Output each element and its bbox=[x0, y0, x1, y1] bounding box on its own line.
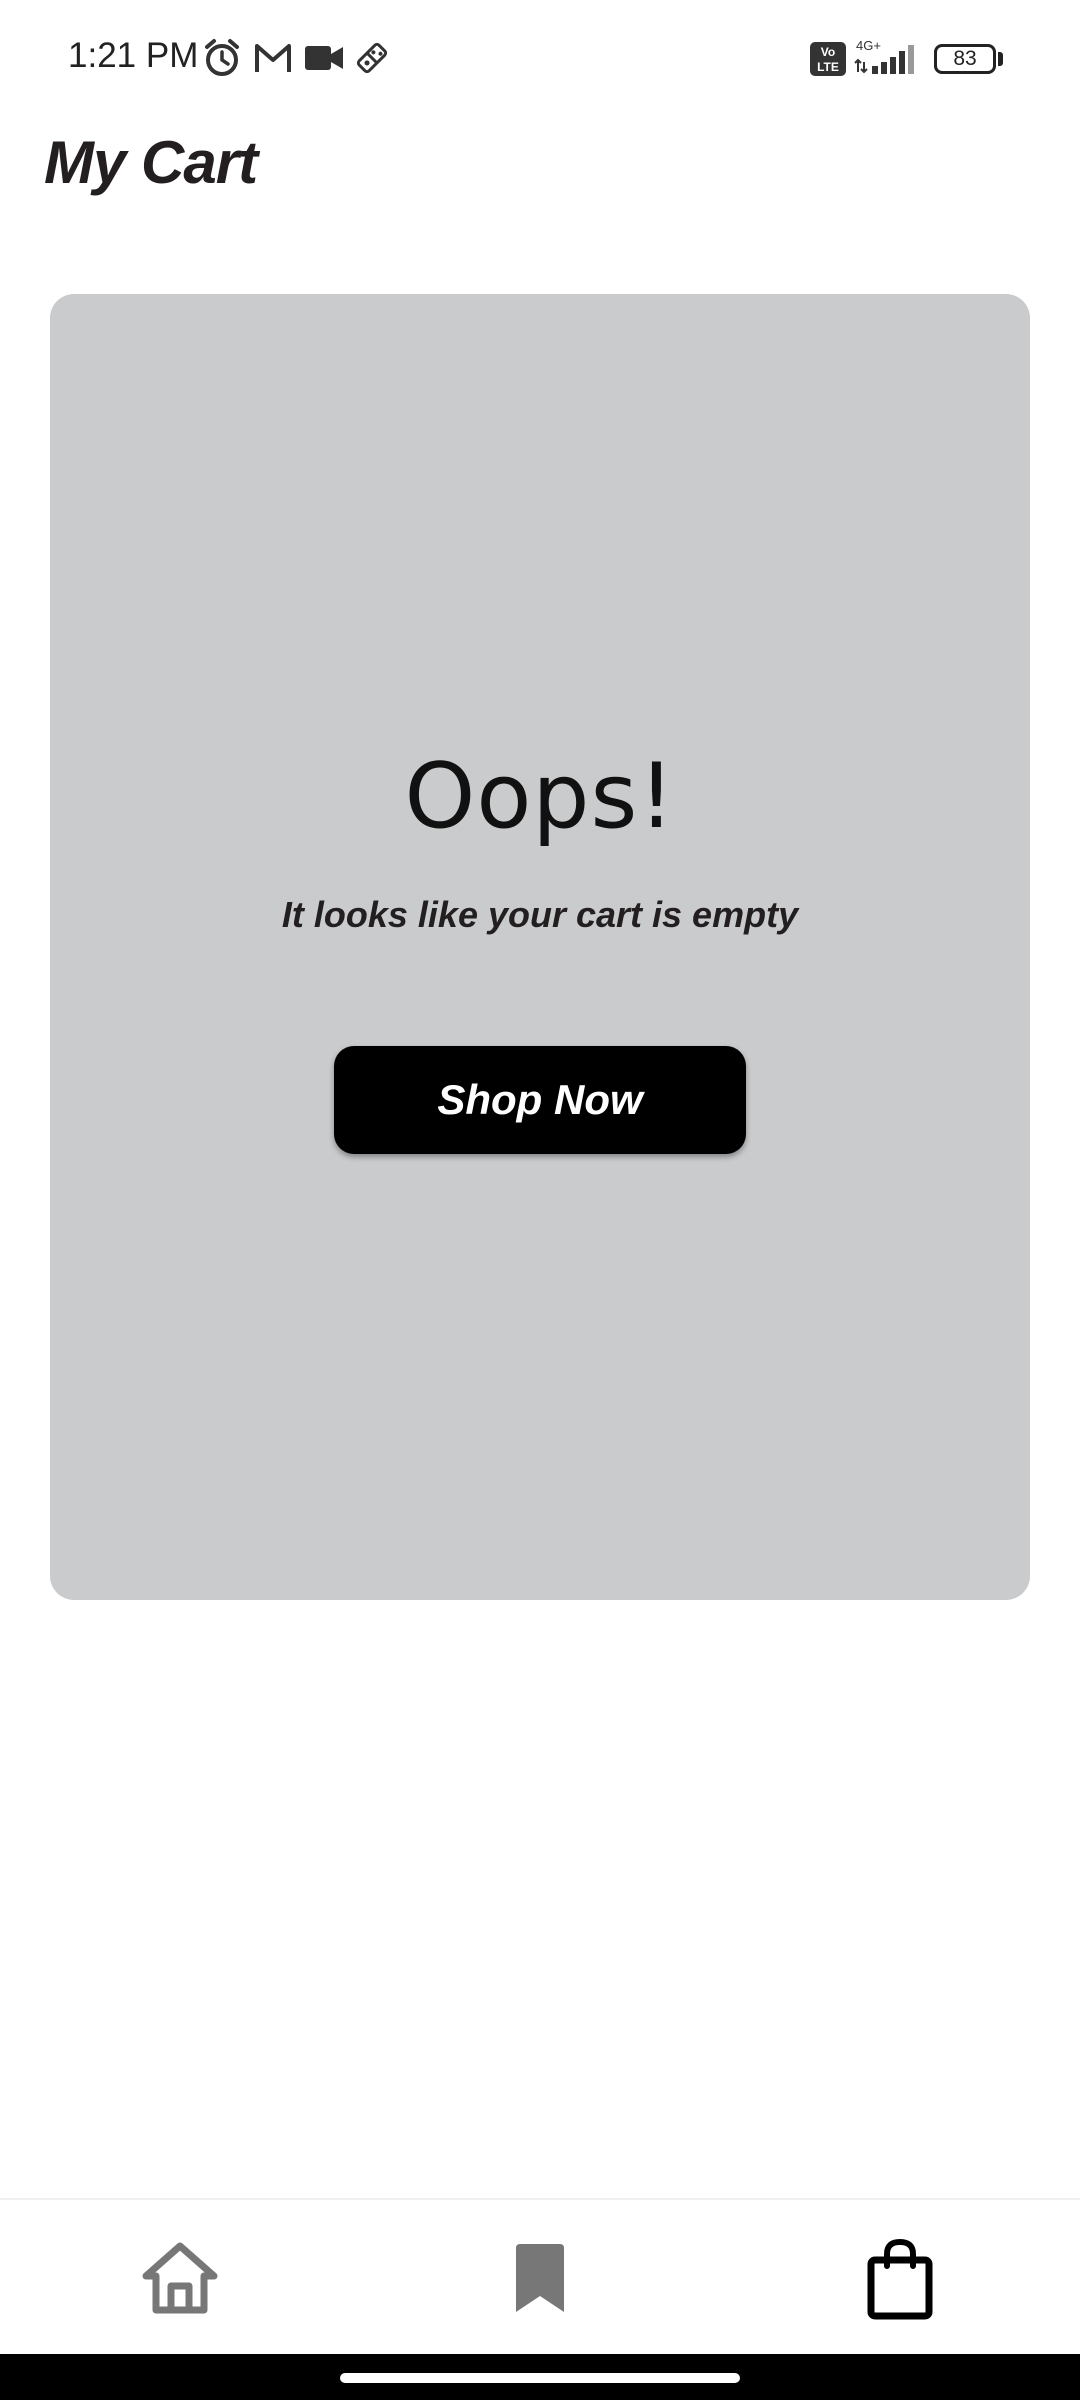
page-title: My Cart bbox=[44, 129, 258, 196]
shopping-bag-icon bbox=[867, 2238, 933, 2320]
alarm-icon bbox=[202, 38, 242, 83]
nav-home[interactable] bbox=[80, 2200, 280, 2356]
bookmark-icon bbox=[516, 2244, 564, 2312]
home-icon bbox=[142, 2242, 218, 2314]
video-camera-icon bbox=[304, 44, 344, 77]
svg-text:Vo: Vo bbox=[821, 45, 835, 59]
volte-icon: Vo LTE bbox=[810, 42, 846, 81]
signal-4g-icon: 4G+ bbox=[854, 38, 922, 81]
svg-text:LTE: LTE bbox=[817, 60, 839, 74]
empty-cart-card: Oops! It looks like your cart is empty S… bbox=[50, 294, 1030, 1600]
shop-now-button[interactable]: Shop Now bbox=[334, 1046, 746, 1154]
battery-indicator: 83 bbox=[934, 44, 996, 74]
dominos-icon bbox=[354, 40, 390, 81]
home-gesture-handle[interactable] bbox=[340, 2373, 740, 2383]
system-navigation-bar bbox=[0, 2354, 1080, 2400]
nav-saved[interactable] bbox=[440, 2200, 640, 2356]
status-time: 1:21 PM bbox=[68, 36, 199, 75]
battery-tip bbox=[998, 52, 1003, 66]
empty-heading: Oops! bbox=[404, 744, 676, 849]
svg-text:4G+: 4G+ bbox=[856, 38, 881, 53]
nav-cart[interactable] bbox=[800, 2200, 1000, 2356]
empty-message: It looks like your cart is empty bbox=[281, 894, 799, 935]
gmail-icon bbox=[254, 42, 292, 79]
status-bar: 1:21 PM Vo LTE 4G+ 83 bbox=[0, 0, 1080, 118]
bottom-navigation bbox=[0, 2198, 1080, 2356]
